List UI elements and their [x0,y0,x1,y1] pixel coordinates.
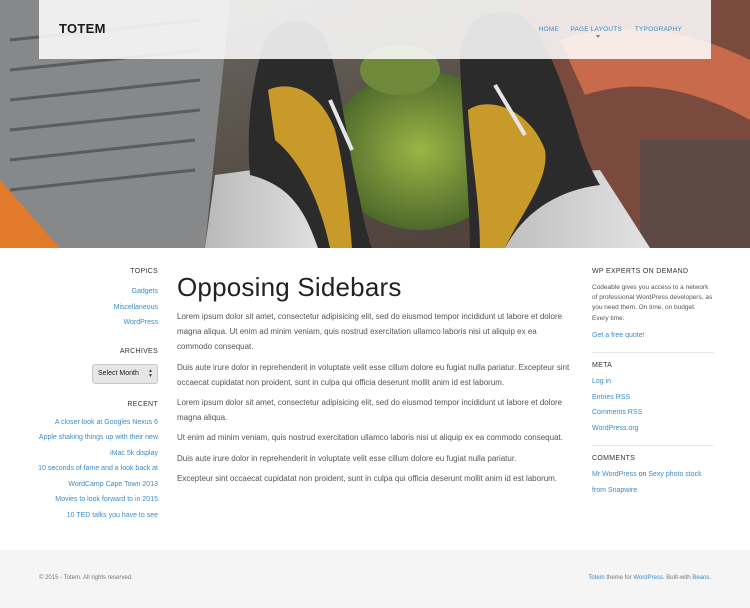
nav-page-layouts[interactable]: PAGE LAYOUTS [570,26,622,33]
meta-comments-rss-link[interactable]: Comments RSS [592,405,714,421]
main-content: Opposing Sidebars Lorem ipsum dolor sit … [177,270,573,486]
paragraph: Duis aute irure dolor in reprehenderit i… [177,362,570,387]
beans-link[interactable]: Beans [692,575,709,581]
archives-title: ARCHIVES [119,347,158,355]
copyright-text: © 2015 - Totem. All rights reserved. [39,575,133,581]
footer-credit: Totem theme for WordPress. Built-with Be… [588,575,711,581]
divider [592,352,714,354]
meta-wordpress-org-link[interactable]: WordPress.org [592,421,714,437]
recent-post-link[interactable]: 10 TED talks you have to see [0,508,158,524]
recent-post-link[interactable]: iMac 5k display [0,446,158,462]
recent-list: A closer look at Googles Nexus 6 Apple s… [0,415,158,524]
site-footer: © 2015 - Totem. All rights reserved. Tot… [0,550,750,608]
meta-title: META [592,362,613,370]
comment-author-link[interactable]: Mr WordPress [592,471,637,478]
wp-experts-text: Codeable gives you access to a network o… [592,284,713,322]
recent-title: RECENT [127,400,158,408]
page-title: Opposing Sidebars [177,272,402,302]
paragraph: Lorem ipsum dolor sit amet, consectetur … [177,312,563,352]
recent-post-link[interactable]: 10 seconds of fame and a look back at [0,461,158,477]
wordpress-link[interactable]: WordPress [633,575,663,581]
recent-post-link[interactable]: Apple shaking things up with their new [0,430,158,446]
paragraph: Lorem ipsum dolor sit amet, consectetur … [177,398,563,423]
site-header: TOTEM HOME PAGE LAYOUTS TYPOGRAPHY [39,0,711,59]
divider [592,445,714,447]
recent-comment: Mr WordPress on Sexy photo stock from Sn… [592,467,714,498]
site-logo[interactable]: TOTEM [59,21,106,36]
archives-select-value: Select Month [98,369,139,377]
meta-login-link[interactable]: Log in [592,374,714,390]
paragraph: Ut enim ad minim veniam, quis nostrud ex… [177,433,563,443]
meta-list: Log in Entries RSS Comments RSS WordPres… [592,374,714,436]
topics-title: TOPICS [130,268,158,275]
left-sidebar: TOPICS Gadgets Miscellaneous WordPress A… [0,268,158,523]
paragraph: Excepteur sint occaecat cupidatat non pr… [177,473,558,483]
nav-home[interactable]: HOME [539,26,559,33]
theme-link[interactable]: Totem [588,575,604,581]
recent-post-link[interactable]: WordCamp Cape Town 2013 [0,477,158,493]
hero-image: TOTEM HOME PAGE LAYOUTS TYPOGRAPHY [0,0,750,248]
topics-list: Gadgets Miscellaneous WordPress [0,284,158,331]
credit-text: theme for [606,575,632,581]
right-sidebar: WP EXPERTS ON DEMAND Codeable gives you … [592,268,714,498]
nav-typography[interactable]: TYPOGRAPHY [635,26,682,33]
topic-link[interactable]: WordPress [0,315,159,331]
topic-link[interactable]: Gadgets [0,284,158,300]
wp-experts-title: WP EXPERTS ON DEMAND [592,268,689,275]
free-quote-link[interactable]: Get a free quote! [592,328,714,344]
credit-text: . [709,575,711,581]
meta-entries-rss-link[interactable]: Entries RSS [592,390,714,406]
topic-link[interactable]: Miscellaneous [0,300,158,316]
comment-on-text: on [638,471,647,479]
credit-text: . Built-with [662,575,691,581]
paragraph: Duis aute irure dolor in reprehenderit i… [177,453,517,463]
comments-title: COMMENTS [592,455,636,463]
archives-select[interactable]: Select Month ▲ ▼ [92,363,158,384]
recent-post-link[interactable]: A closer look at Googles Nexus 6 [0,415,158,431]
chevron-down-icon [596,35,600,38]
select-arrows-icon: ▲ ▼ [148,367,153,379]
recent-post-link[interactable]: Movies to look forward to in 2015 [0,492,158,508]
